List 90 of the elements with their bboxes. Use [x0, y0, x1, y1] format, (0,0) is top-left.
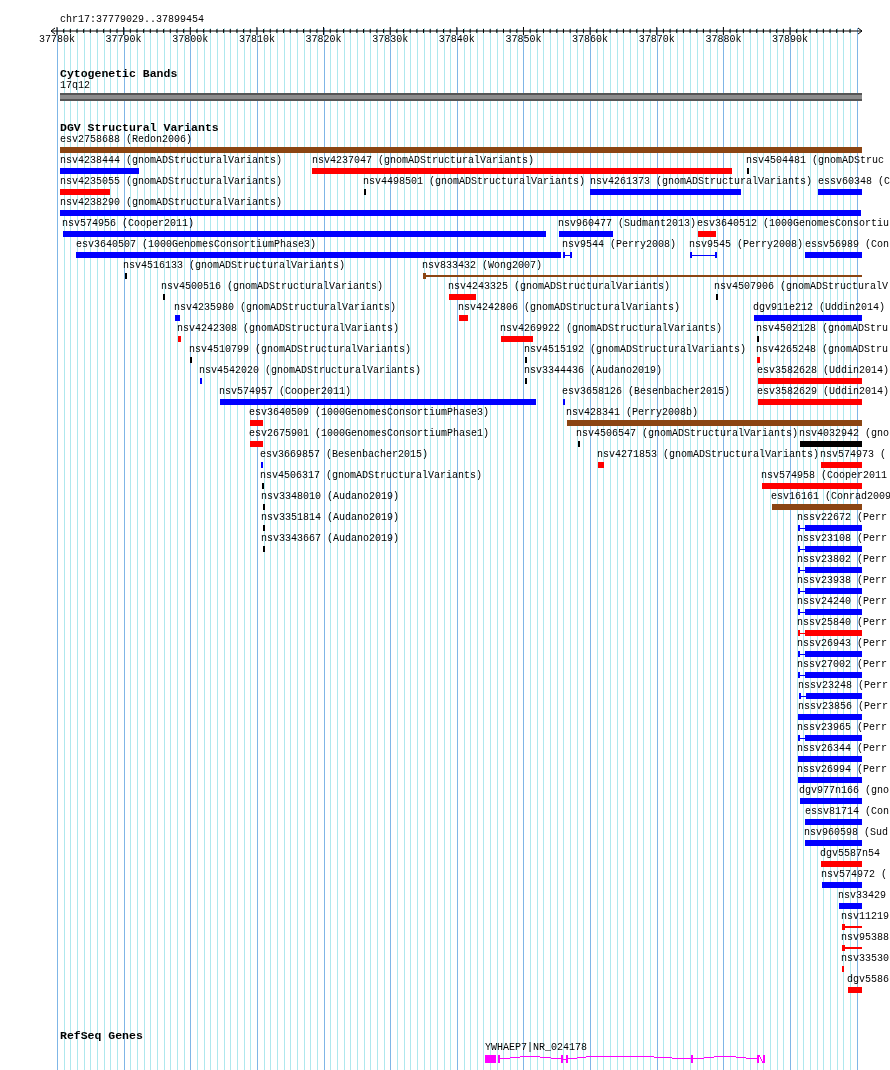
axis-tick-label: 37880k: [704, 34, 743, 46]
variant-label: nsv4498501 (gnomADStructuralVariants): [363, 176, 586, 187]
variant-label: nsv4516133 (gnomADStructuralVariants): [123, 260, 346, 271]
variant-label: nsv4510799 (gnomADStructuralVariants): [189, 344, 412, 355]
variant-label: nsv4238290 (gnomADStructuralVariants): [60, 197, 283, 208]
variant-label: essv60348 (C: [818, 176, 890, 187]
gene-label: YWHAEP7|NR_024178: [485, 1042, 588, 1054]
variant-label: nsv4242806 (gnomADStructuralVariants): [458, 302, 681, 313]
variant-label: nsv4271853 (gnomADStructuralVariants): [597, 449, 820, 460]
variant-label: nsv33429: [838, 890, 886, 901]
variant-label: nsv4502128 (gnomADStru: [756, 323, 889, 334]
variant-label: nsv4506547 (gnomADStructuralVariants): [576, 428, 799, 439]
variant-label: nsv4542020 (gnomADStructuralVariants): [199, 365, 422, 376]
variant-label: nsv4265248 (gnomADStru: [756, 344, 889, 355]
variant-label: nsv95388: [841, 932, 889, 943]
variant-label: essv56989 (Con: [805, 239, 889, 250]
axis-tick-label: 37780k: [38, 34, 76, 46]
variant-label: nssv27002 (Perr: [797, 659, 887, 670]
variant-label: nsv833432 (Wong2007): [422, 260, 543, 271]
variant-label: esv3640512 (1000GenomesConsortiu: [697, 218, 890, 229]
variant-label: nsv960477 (Sudmant2013): [558, 218, 697, 229]
variant-label: nssv23108 (Perr: [797, 533, 887, 544]
variant-label: nsv4506317 (gnomADStructuralVariants): [260, 470, 483, 481]
variant-label: nsv3348010 (Audano2019): [261, 491, 400, 502]
variant-label: nsv9544 (Perry2008): [562, 239, 677, 250]
variant-label: nsv4261373 (gnomADStructuralVariants): [590, 176, 813, 187]
variant-label: nsv4500516 (gnomADStructuralVariants): [161, 281, 384, 292]
variant-label: nssv22672 (Perr: [797, 512, 887, 523]
variant-label: nsv4242308 (gnomADStructuralVariants): [177, 323, 400, 334]
variant-label: nsv4237047 (gnomADStructuralVariants): [312, 155, 535, 166]
variant-label: nsv574957 (Cooper2011): [219, 386, 352, 397]
variant-label: nsv9545 (Perry2008): [689, 239, 804, 250]
axis-tick-label: 37870k: [637, 34, 676, 46]
variant-label: nsv33530: [841, 953, 889, 964]
variant-label: esv3582628 (Uddin2014): [757, 365, 890, 376]
variant-label: dgv911e212 (Uddin2014): [753, 302, 886, 313]
variant-label: nsv4238444 (gnomADStructuralVariants): [60, 155, 283, 166]
track-title: Cytogenetic Bands: [60, 67, 178, 80]
band-label: 17q12: [60, 80, 90, 92]
variant-label: nsv4032942 (gno: [799, 428, 889, 439]
variant-label: nssv23965 (Perr: [797, 722, 887, 733]
axis-tick-label: 37860k: [571, 34, 610, 46]
variant-label: dgv5586: [847, 974, 889, 985]
variant-label: nsv11219: [841, 911, 889, 922]
variant-label: nsv574973 (: [820, 449, 886, 460]
axis-tick-label: 37820k: [304, 34, 343, 46]
variant-label: esv3658126 (Besenbacher2015): [562, 386, 731, 397]
variant-label: nsv4235980 (gnomADStructuralVariants): [174, 302, 397, 313]
variant-label: nsv3344436 (Audano2019): [524, 365, 663, 376]
variant-label: nssv26994 (Perr: [797, 764, 887, 775]
variant-label: nssv23938 (Perr: [797, 575, 887, 586]
variant-label: nssv25840 (Perr: [797, 617, 887, 628]
variant-label: essv81714 (Con: [805, 806, 889, 817]
axis-tick-label: 37800k: [171, 34, 210, 46]
axis-tick-label: 37790k: [104, 34, 143, 46]
variant-label: nssv24240 (Perr: [797, 596, 887, 607]
variant-label: esv2675901 (1000GenomesConsortiumPhase1): [249, 428, 490, 439]
variant-label: nssv26344 (Perr: [797, 743, 887, 754]
track-title: RefSeq Genes: [60, 1029, 143, 1042]
variant-label: nsv4269922 (gnomADStructuralVariants): [500, 323, 723, 334]
variant-label: nsv4504481 (gnomADStruc: [746, 155, 885, 166]
variant-label: nsv574958 (Cooper2011: [761, 470, 888, 481]
variant-label: esv16161 (Conrad2009: [771, 491, 890, 502]
variant-label: dgv977n166 (gno: [799, 785, 889, 796]
variant-label: nssv26943 (Perr: [797, 638, 887, 649]
variant-label: esv3640507 (1000GenomesConsortiumPhase3): [76, 239, 317, 250]
variant-label: nsv574956 (Cooper2011): [62, 218, 195, 229]
variant-label: dgv5587n54: [820, 848, 880, 859]
variant-label: nssv23856 (Perr: [798, 701, 888, 712]
variant-label: nsv4243325 (gnomADStructuralVariants): [448, 281, 671, 292]
variant-label: nsv4507906 (gnomADStructuralV: [714, 281, 889, 292]
variant-label: esv2758688 (Redon2006): [60, 134, 193, 145]
variant-label: nsv428341 (Perry2008b): [566, 407, 699, 418]
axis-tick-label: 37840k: [437, 34, 476, 46]
variant-label: esv3640509 (1000GenomesConsortiumPhase3): [249, 407, 490, 418]
variant-label: nssv23802 (Perr: [797, 554, 887, 565]
variant-label: nsv3343667 (Audano2019): [261, 533, 400, 544]
axis-tick-label: 37850k: [504, 34, 543, 46]
axis-tick-label: 37830k: [371, 34, 410, 46]
variant-label: nssv23248 (Perr: [798, 680, 888, 691]
variant-label: nsv574972 (: [821, 869, 887, 880]
variant-label: nsv3351814 (Audano2019): [261, 512, 400, 523]
variant-label: esv3669857 (Besenbacher2015): [260, 449, 429, 460]
track-title: DGV Structural Variants: [60, 121, 219, 134]
axis-tick-label: 37810k: [237, 34, 276, 46]
variant-label: nsv4515192 (gnomADStructuralVariants): [524, 344, 747, 355]
variant-label: nsv960598 (Sud: [804, 827, 888, 838]
axis-tick-label: 37890k: [771, 34, 810, 46]
variant-label: esv3582629 (Uddin2014): [757, 386, 890, 397]
variant-label: nsv4235055 (gnomADStructuralVariants): [60, 176, 283, 187]
